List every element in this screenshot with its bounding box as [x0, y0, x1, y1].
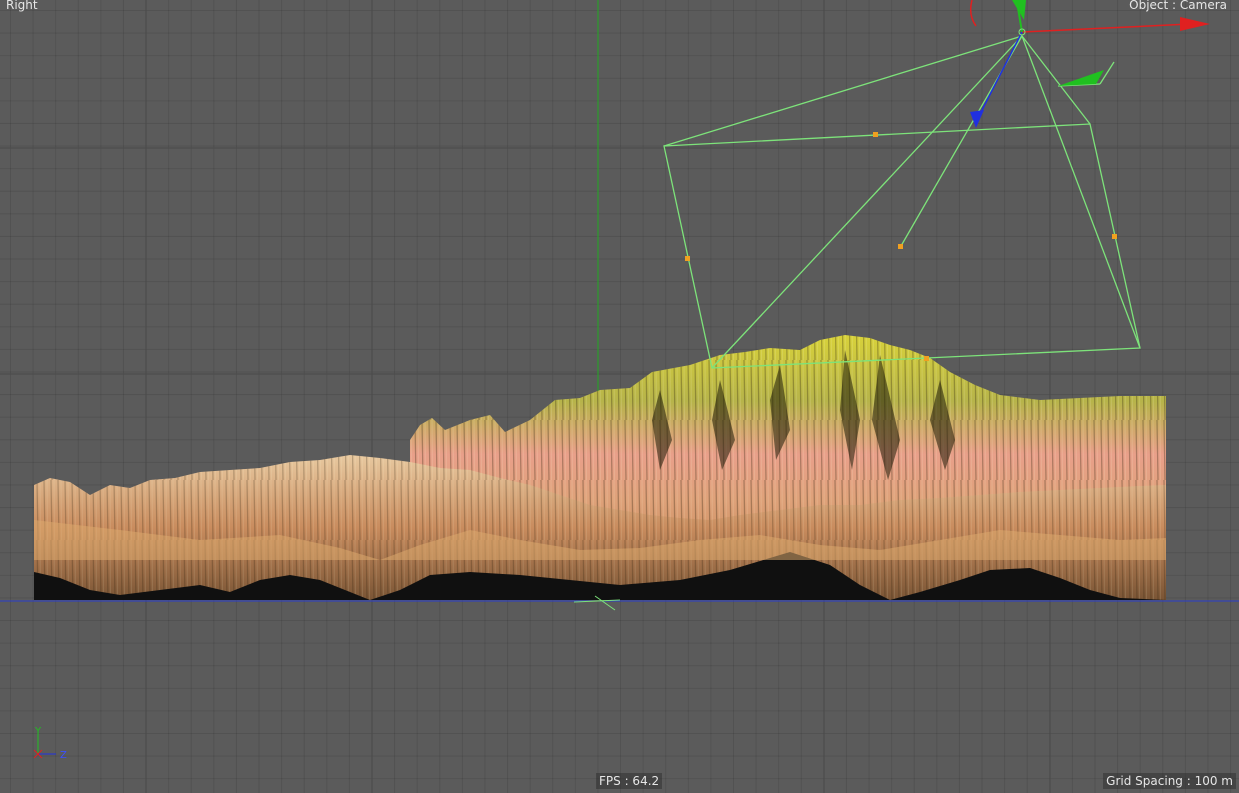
- object-name-label: Object : Camera: [1129, 0, 1227, 12]
- camera-object-icon: [969, 0, 1210, 128]
- viewport-right[interactable]: Right Object : Camera FPS : 64.2 Grid Sp…: [0, 0, 1239, 793]
- fps-readout: FPS : 64.2: [596, 773, 663, 789]
- grid-spacing-readout: Grid Spacing : 100 m: [1103, 773, 1236, 789]
- scene: [0, 0, 1239, 611]
- camera-frustum: [663, 35, 1141, 369]
- axis-y-label: Y: [34, 726, 42, 737]
- axis-z-label: Z: [60, 750, 67, 761]
- object-name-text: Object : Camera: [1129, 0, 1227, 12]
- viewport-axis-icon: Y Z: [33, 726, 67, 761]
- view-name-label[interactable]: Right: [6, 0, 38, 12]
- terrain-mesh: [34, 335, 1166, 600]
